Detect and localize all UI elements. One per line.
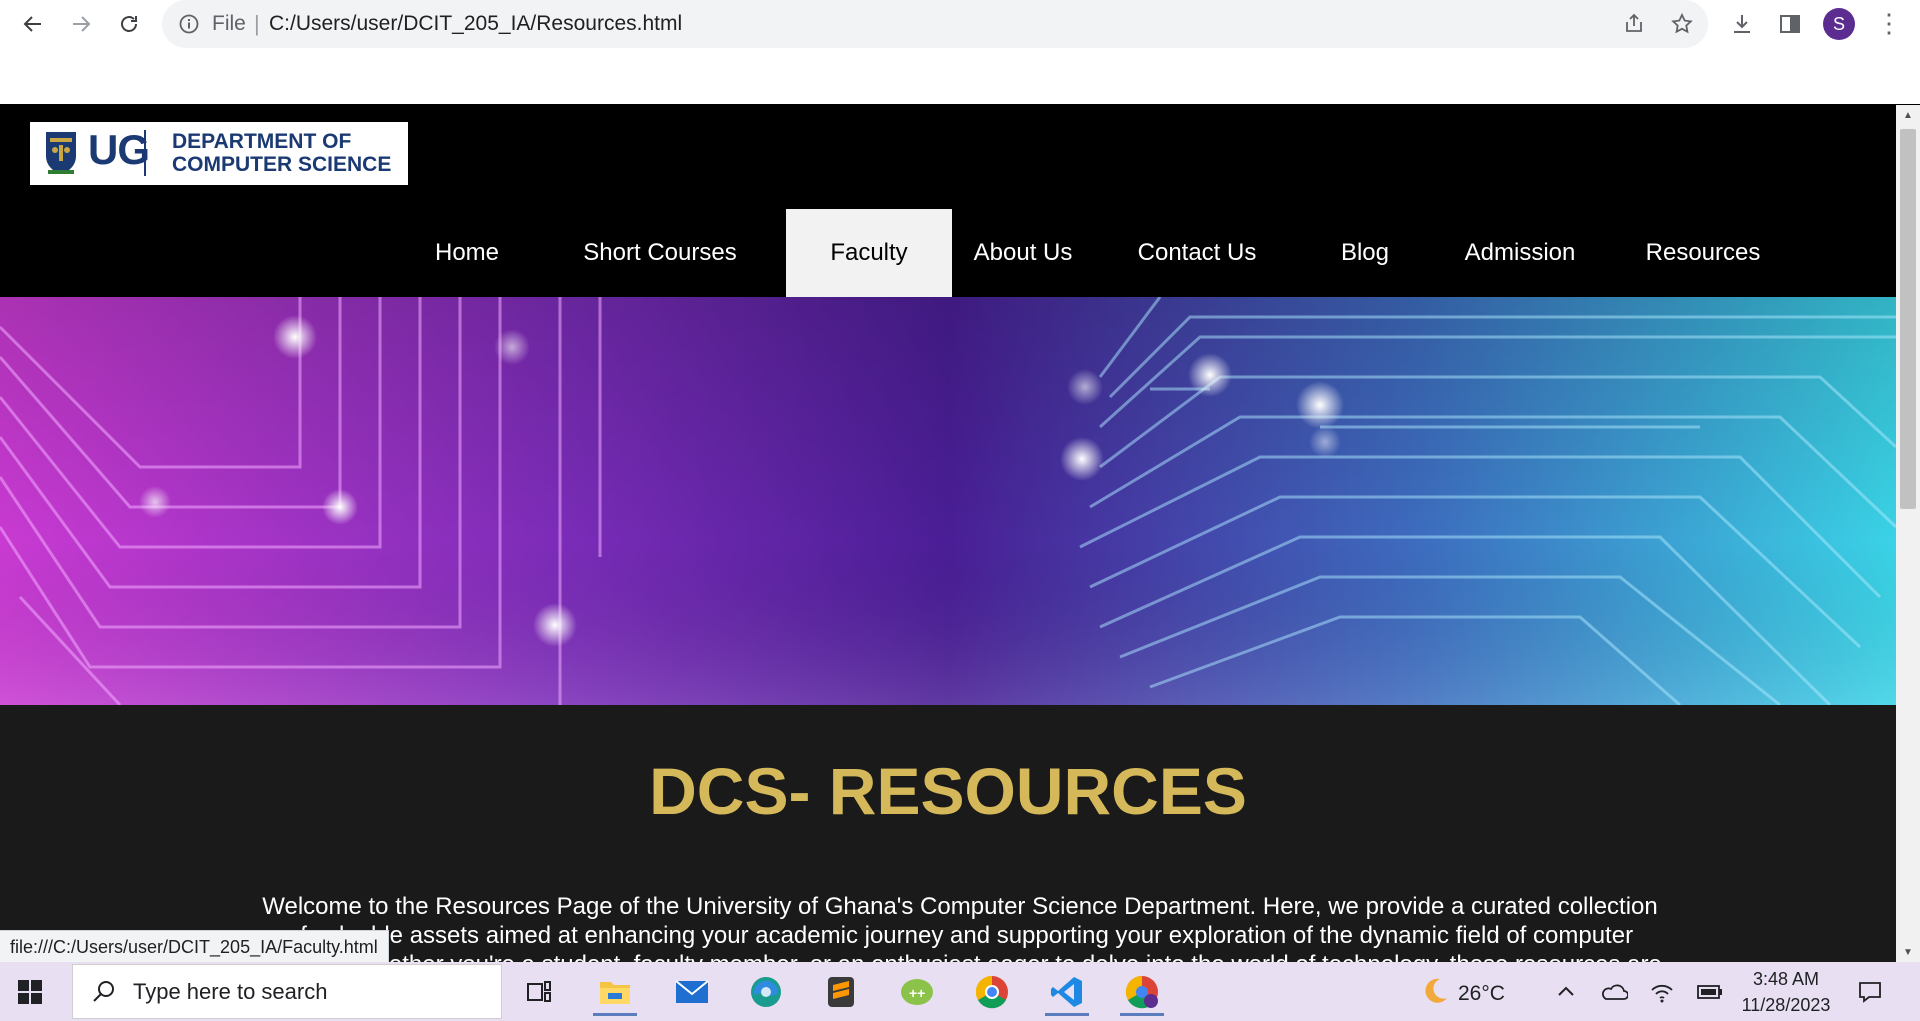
weather-temperature: 26°C (1458, 982, 1505, 1005)
battery-icon[interactable] (1696, 978, 1724, 1006)
clock-date: 11/28/2023 (1741, 995, 1831, 1015)
sublime-text-icon[interactable] (819, 970, 863, 1014)
mail-icon[interactable] (670, 970, 714, 1014)
clock-time: 3:48 AM (1752, 969, 1820, 989)
nav-home[interactable]: Home (400, 209, 534, 297)
star-icon[interactable] (1670, 12, 1694, 36)
nav-admission[interactable]: Admission (1430, 209, 1610, 297)
side-panel-icon[interactable] (1776, 10, 1804, 38)
download-icon[interactable] (1728, 10, 1756, 38)
page-scrollbar[interactable]: ▲ ▼ (1896, 105, 1920, 962)
taskbar-search-box[interactable]: Type here to search (72, 964, 502, 1019)
notepad-plus-icon[interactable]: ++ (895, 970, 939, 1014)
search-placeholder: Type here to search (133, 979, 328, 1004)
nav-about-us[interactable]: About Us (952, 209, 1094, 297)
scroll-up-arrow-icon[interactable]: ▲ (1896, 105, 1920, 125)
nav-short-courses[interactable]: Short Courses (534, 209, 786, 297)
nav-faculty[interactable]: Faculty (786, 209, 952, 297)
svg-text:++: ++ (909, 985, 925, 1001)
scrollbar-thumb[interactable] (1900, 129, 1916, 509)
edge-browser-icon[interactable] (744, 970, 788, 1014)
hero-banner-image (0, 297, 1896, 705)
moon-icon (1420, 976, 1450, 1012)
url-separator: | (254, 11, 260, 36)
profile-avatar[interactable]: S (1823, 8, 1855, 40)
logo-divider (144, 130, 146, 176)
nav-blog[interactable]: Blog (1300, 209, 1430, 297)
chrome-icon[interactable] (970, 970, 1014, 1014)
network-wifi-icon[interactable] (1648, 978, 1676, 1006)
info-icon[interactable] (178, 13, 200, 35)
main-content: DCS- RESOURCES Welcome to the Resources … (0, 705, 1896, 962)
site-logo[interactable]: UG DEPARTMENT OF COMPUTER SCIENCE (30, 122, 408, 185)
logo-ug-text: UG (88, 126, 150, 173)
menu-kebab-icon[interactable]: ⋮ (1876, 10, 1902, 38)
back-icon[interactable] (16, 8, 50, 40)
page-title: DCS- RESOURCES (649, 754, 1247, 828)
browser-toolbar: File | C:/Users/user/DCIT_205_IA/Resourc… (0, 0, 1920, 48)
chevron-up-icon[interactable] (1552, 978, 1580, 1006)
link-status-bubble: file:///C:/Users/user/DCIT_205_IA/Facult… (0, 930, 389, 963)
page-viewport: UG DEPARTMENT OF COMPUTER SCIENCE Home S… (0, 105, 1896, 962)
logo-line-2: COMPUTER SCIENCE (172, 153, 392, 176)
system-clock[interactable]: 3:48 AM 11/28/2023 (1724, 966, 1848, 1018)
site-header: UG DEPARTMENT OF COMPUTER SCIENCE Home S… (0, 105, 1896, 297)
chrome-profile-icon[interactable] (1120, 970, 1164, 1016)
logo-line-1: DEPARTMENT OF (172, 130, 352, 153)
address-bar[interactable]: File | C:/Users/user/DCIT_205_IA/Resourc… (162, 0, 1708, 48)
file-explorer-icon[interactable] (593, 970, 637, 1016)
scroll-down-arrow-icon[interactable]: ▼ (1896, 942, 1920, 962)
logo-department-text: DEPARTMENT OF COMPUTER SCIENCE (172, 130, 391, 176)
file-label: File (212, 12, 246, 35)
reload-icon[interactable] (112, 8, 146, 40)
weather-widget[interactable]: 26°C (1420, 976, 1505, 1012)
notification-icon[interactable] (1856, 978, 1884, 1006)
active-app-indicator (1120, 1013, 1164, 1016)
task-view-icon[interactable] (518, 970, 562, 1014)
bookmarks-area (0, 48, 1920, 104)
active-app-indicator (593, 1013, 637, 1016)
url-text[interactable]: C:/Users/user/DCIT_205_IA/Resources.html (269, 12, 682, 36)
intro-paragraph: Welcome to the Resources Page of the Uni… (258, 893, 1662, 962)
onedrive-cloud-icon[interactable] (1600, 978, 1628, 1006)
windows-taskbar: Type here to search ++ 26°C 3:48 AM 11/2… (0, 962, 1920, 1021)
windows-start-icon[interactable] (16, 978, 44, 1006)
nav-resources[interactable]: Resources (1610, 209, 1796, 297)
nav-contact-us[interactable]: Contact Us (1094, 209, 1300, 297)
search-icon (91, 979, 117, 1005)
share-icon[interactable] (1622, 12, 1646, 36)
forward-icon[interactable] (64, 8, 98, 40)
vscode-icon[interactable] (1045, 970, 1089, 1016)
university-crest-icon (44, 130, 78, 176)
active-app-indicator (1045, 1013, 1089, 1016)
